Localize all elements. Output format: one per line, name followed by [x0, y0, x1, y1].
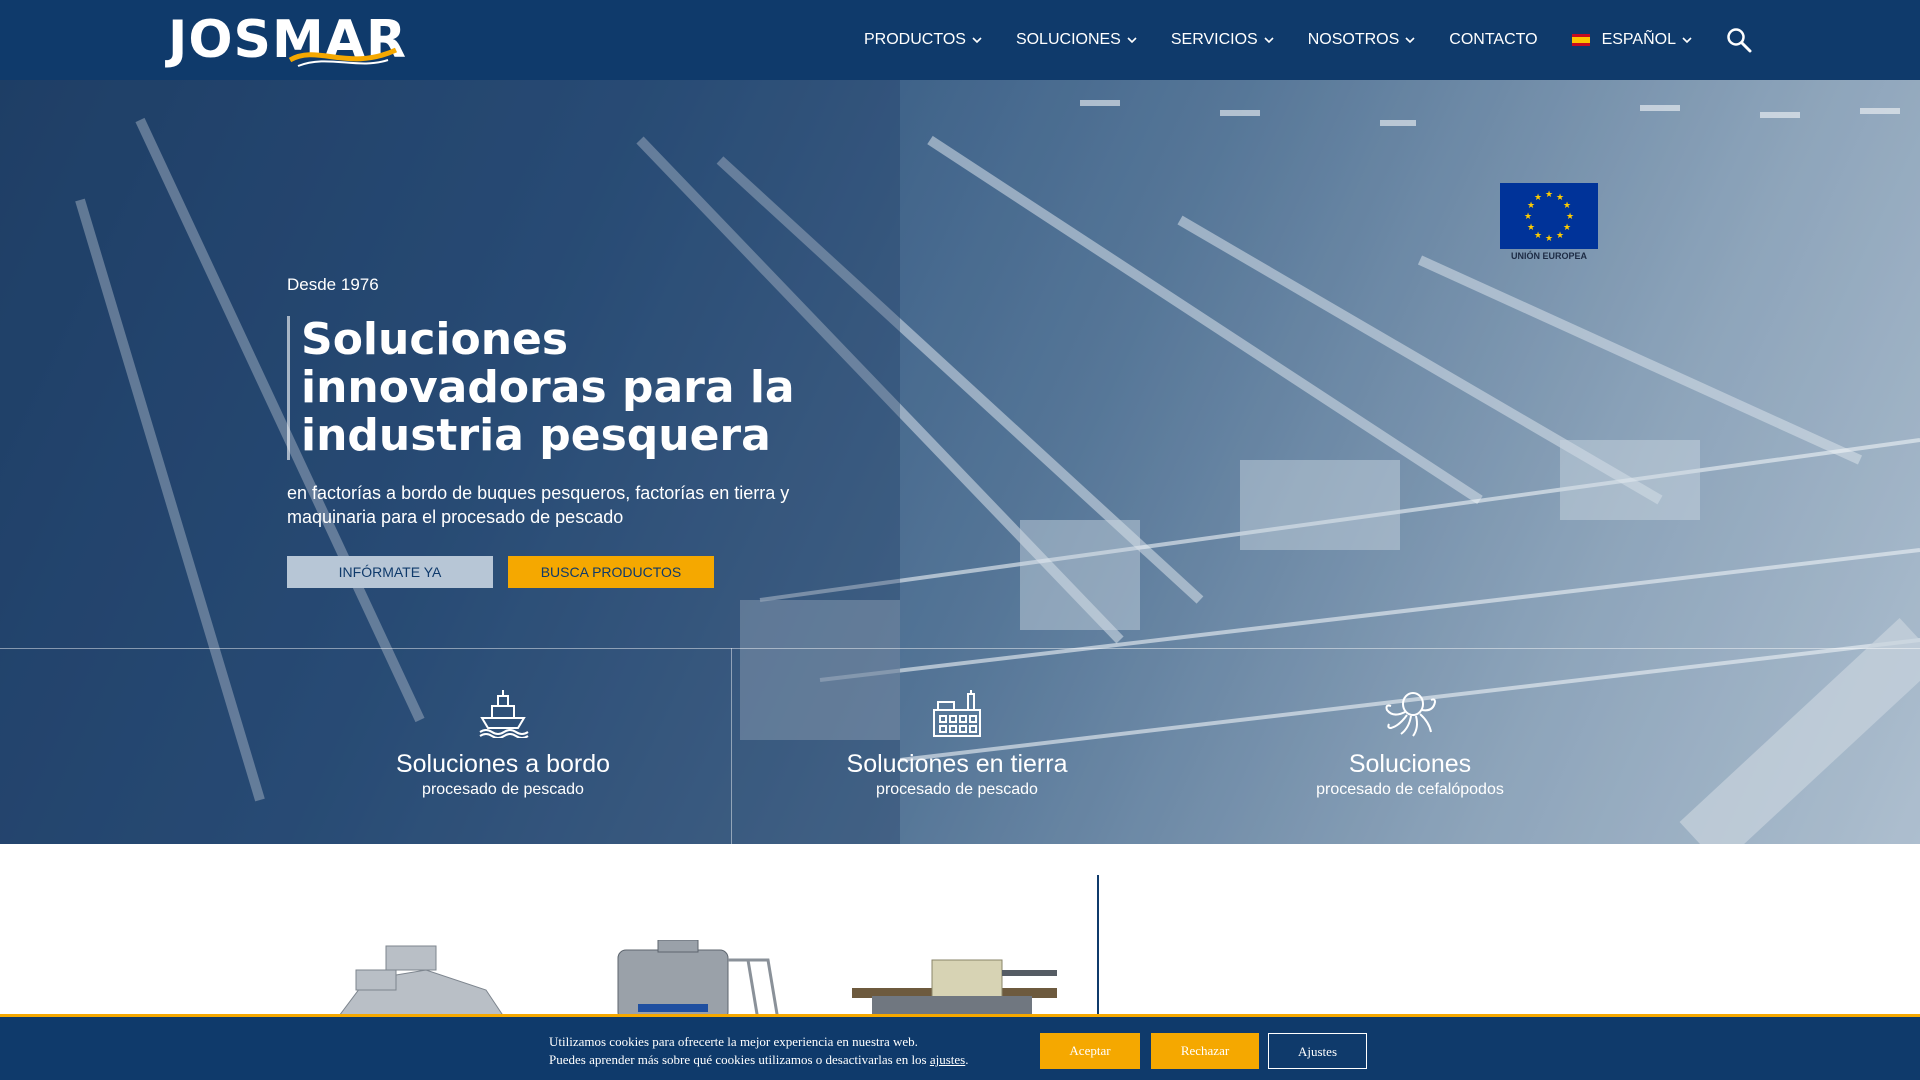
- solution-cephalopods[interactable]: Soluciones procesado de cefalópodos: [1230, 688, 1590, 800]
- info-button[interactable]: INFÓRMATE YA: [287, 556, 493, 588]
- logo-wave-icon: [288, 47, 398, 67]
- svg-text:★: ★: [1545, 190, 1553, 200]
- machine-image-2[interactable]: [608, 940, 788, 1020]
- hero-title-wrap: Soluciones innovadoras para la industria…: [287, 316, 847, 460]
- solution-on-board[interactable]: Soluciones a bordo procesado de pescado: [323, 688, 683, 800]
- cookie-line-2-text: Puedes aprender más sobre qué cookies ut…: [549, 1052, 930, 1067]
- solutions-divider: [731, 648, 732, 844]
- chevron-down-icon: [972, 37, 982, 44]
- eu-label: UNIÓN EUROPEA: [1510, 251, 1587, 261]
- nav-item-contacto[interactable]: CONTACTO: [1449, 31, 1537, 49]
- machine-image-3[interactable]: [852, 940, 1057, 1020]
- cookie-line-1: Utilizamos cookies para ofrecerte la mej…: [549, 1034, 918, 1049]
- nav-label: SOLUCIONES: [1015, 31, 1121, 48]
- main-nav: PRODUCTOS SOLUCIONES SERVICIOS NOSOTROS …: [864, 0, 1726, 80]
- factory-icon: [933, 690, 981, 737]
- cookie-text: Utilizamos cookies para ofrecerte la mej…: [549, 1033, 969, 1069]
- cookie-banner: Utilizamos cookies para ofrecerte la mej…: [0, 1014, 1920, 1080]
- octopus-icon: [1385, 692, 1437, 737]
- ship-icon: [479, 690, 529, 738]
- svg-text:★: ★: [1563, 201, 1571, 211]
- svg-text:★: ★: [1566, 212, 1574, 222]
- spain-flag-icon: [1571, 34, 1590, 46]
- search-icon[interactable]: [1726, 27, 1752, 53]
- josmar-logo[interactable]: JOSMAR: [168, 8, 406, 72]
- language-selector[interactable]: ESPAÑOL: [1571, 31, 1692, 49]
- hero-subtitle: en factorías a bordo de buques pesqueros…: [287, 483, 790, 527]
- nav-label: SERVICIOS: [1170, 31, 1258, 48]
- hero-divider: [0, 648, 1920, 649]
- nav-item-nosotros[interactable]: NOSOTROS: [1308, 31, 1416, 49]
- svg-text:★: ★: [1563, 223, 1571, 233]
- nav-item-productos[interactable]: PRODUCTOS: [864, 31, 982, 49]
- nav-label: NOSOTROS: [1307, 31, 1400, 48]
- cookie-line-2-end: .: [965, 1052, 969, 1067]
- svg-text:★: ★: [1524, 212, 1532, 222]
- nav-item-soluciones[interactable]: SOLUCIONES: [1016, 31, 1137, 49]
- chevron-down-icon: [1682, 37, 1692, 44]
- hero-title: Soluciones innovadoras para la industria…: [301, 314, 795, 461]
- reject-cookies-button[interactable]: Rechazar: [1151, 1033, 1259, 1069]
- chevron-down-icon: [1264, 37, 1274, 44]
- svg-text:★: ★: [1527, 223, 1535, 233]
- solution-title: Soluciones en tierra: [846, 750, 1068, 778]
- cookie-line-2: Puedes aprender más sobre qué cookies ut…: [549, 1051, 969, 1069]
- solution-subtitle: procesado de pescado: [876, 781, 1038, 798]
- nav-label: CONTACTO: [1449, 31, 1538, 48]
- section-divider-line: [1097, 875, 1099, 1015]
- nav-item-servicios[interactable]: SERVICIOS: [1171, 31, 1274, 49]
- solution-title: Soluciones a bordo: [395, 750, 611, 778]
- search-products-button[interactable]: BUSCA PRODUCTOS: [508, 556, 714, 588]
- solution-on-land[interactable]: Soluciones en tierra procesado de pescad…: [777, 688, 1137, 800]
- solution-title: Soluciones: [1348, 750, 1472, 778]
- nav-label: PRODUCTOS: [864, 31, 966, 48]
- language-label: ESPAÑOL: [1601, 31, 1676, 48]
- chevron-down-icon: [1405, 37, 1415, 44]
- accept-cookies-button[interactable]: Aceptar: [1040, 1033, 1140, 1069]
- since-text: Desde 1976: [287, 275, 379, 294]
- eu-badge: ★ ★ ★ ★ ★ ★ ★ ★ ★ ★ ★ ★ UNIÓN EUROPEA: [1500, 183, 1598, 265]
- chevron-down-icon: [1127, 37, 1137, 44]
- site-header: JOSMAR PRODUCTOS SOLUCIONES SERVICIOS NO…: [0, 0, 1920, 80]
- hero-section: ★ ★ ★ ★ ★ ★ ★ ★ ★ ★ ★ ★ UNIÓN EUROPEA Desde 1976…: [0, 80, 1920, 844]
- svg-text:★: ★: [1534, 193, 1542, 203]
- eu-flag-icon: ★ ★ ★ ★ ★ ★ ★ ★ ★ ★ ★ ★: [1500, 183, 1598, 249]
- solution-subtitle: procesado de cefalópodos: [1316, 781, 1504, 798]
- svg-text:★: ★: [1556, 231, 1564, 241]
- machine-image-1[interactable]: [336, 940, 506, 1020]
- svg-text:★: ★: [1534, 231, 1542, 241]
- cookie-settings-link[interactable]: ajustes: [930, 1052, 965, 1067]
- svg-text:★: ★: [1545, 234, 1553, 244]
- cookie-settings-button[interactable]: Ajustes: [1268, 1033, 1367, 1069]
- solution-subtitle: procesado de pescado: [422, 781, 584, 798]
